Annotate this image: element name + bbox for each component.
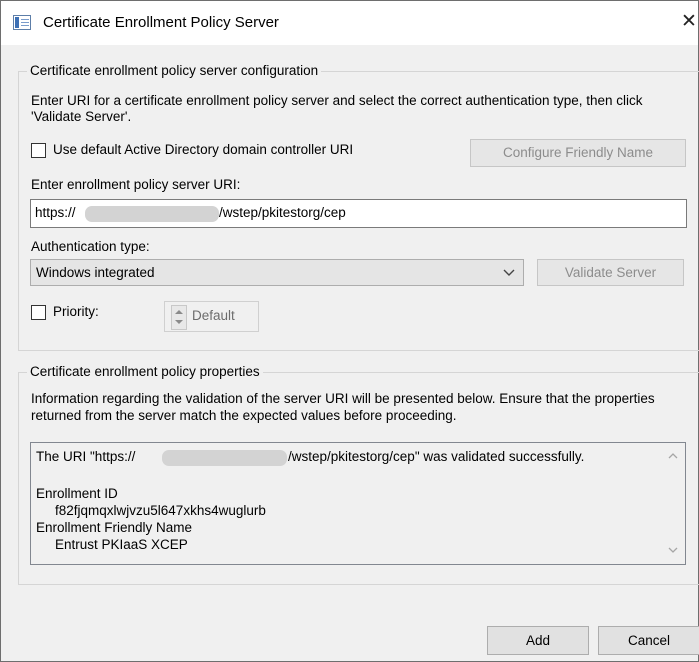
config-instructions: Enter URI for a certificate enrollment p… [31, 93, 643, 124]
scroll-up-icon[interactable] [668, 452, 678, 459]
use-default-uri-label[interactable]: Use default Active Directory domain cont… [53, 142, 353, 157]
friendly-name-value: Entrust PKIaaS XCEP [55, 537, 188, 552]
auth-type-value: Windows integrated [36, 265, 155, 280]
spinner-buttons[interactable] [171, 305, 187, 330]
add-button[interactable]: Add [487, 626, 589, 655]
validate-server-button[interactable]: Validate Server [537, 259, 684, 286]
auth-type-select[interactable]: Windows integrated [30, 259, 524, 286]
friendly-name-label: Enrollment Friendly Name [36, 520, 193, 535]
use-default-uri-checkbox[interactable] [31, 143, 46, 158]
window-title: Certificate Enrollment Policy Server [43, 14, 279, 31]
priority-spinner[interactable]: Default [164, 301, 259, 332]
uri-prefix-text: https:// [35, 205, 76, 220]
uri-input[interactable]: https:// /wstep/pkitestorg/cep [30, 199, 687, 228]
uri-label: Enter enrollment policy server URI: [31, 177, 241, 192]
cancel-button[interactable]: Cancel [598, 626, 699, 655]
spin-up-icon[interactable] [175, 309, 183, 315]
properties-group-legend: Certificate enrollment policy properties [27, 364, 263, 379]
uri-suffix-text: /wstep/pkitestorg/cep [219, 205, 346, 220]
priority-value: Default [192, 308, 235, 323]
close-icon[interactable]: ✕ [681, 10, 697, 34]
redacted-hostname-result [162, 450, 287, 466]
scroll-down-icon[interactable] [668, 547, 678, 554]
result-suffix: /wstep/pkitestorg/cep" was validated suc… [288, 449, 585, 464]
properties-info: Information regarding the validation of … [31, 391, 655, 423]
priority-label[interactable]: Priority: [53, 304, 99, 319]
enrollment-id-label: Enrollment ID [36, 486, 118, 501]
validation-results-box: The URI "https:// /wstep/pkitestorg/cep"… [30, 442, 686, 565]
result-prefix: The URI "https:// [36, 449, 136, 464]
auth-type-label: Authentication type: [31, 239, 150, 254]
title-bar[interactable]: Certificate Enrollment Policy Server ✕ [1, 1, 698, 45]
configure-friendly-name-button[interactable]: Configure Friendly Name [470, 139, 686, 167]
certificate-enrollment-policy-server-dialog: Certificate Enrollment Policy Server ✕ C… [0, 0, 699, 662]
redacted-hostname [85, 206, 219, 222]
spin-down-icon[interactable] [175, 319, 183, 325]
priority-checkbox[interactable] [31, 305, 46, 320]
certificate-window-icon [13, 15, 31, 30]
chevron-down-icon [503, 269, 515, 276]
enrollment-id-value: f82fjqmqxlwjvzu5l647xkhs4wuglurb [55, 503, 266, 518]
config-group-legend: Certificate enrollment policy server con… [27, 63, 322, 78]
